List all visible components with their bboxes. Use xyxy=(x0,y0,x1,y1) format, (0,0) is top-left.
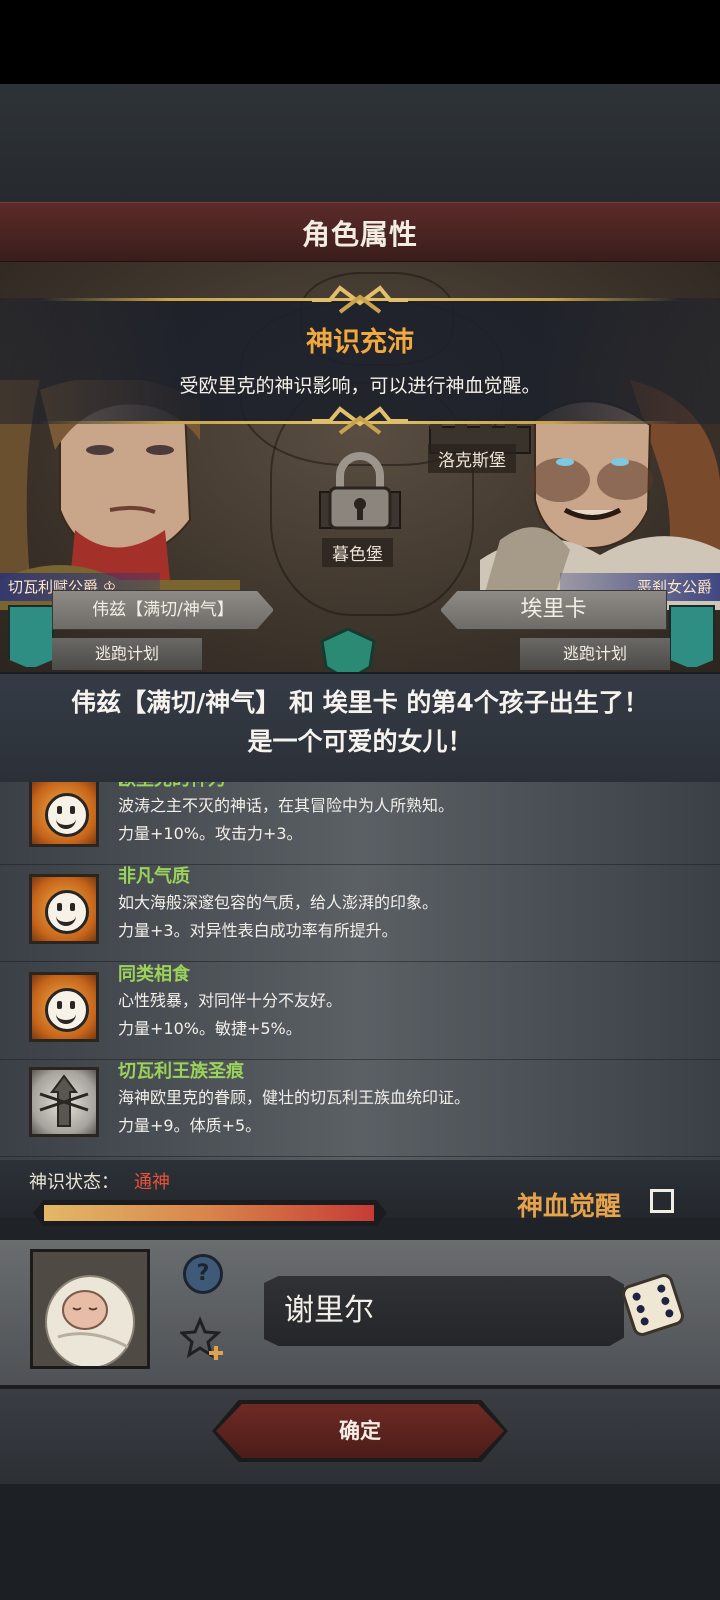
trait-name: 同类相食 xyxy=(118,964,190,985)
locked-castle-icon[interactable] xyxy=(315,452,405,532)
trait-description: 如大海般深邃包容的气质，给人澎湃的印象。 xyxy=(118,893,439,912)
child-avatar[interactable] xyxy=(30,1249,150,1369)
mother-status: 逃跑计划 xyxy=(520,638,670,670)
top-strip xyxy=(0,84,720,202)
father-name[interactable]: 伟兹【满切/神气】 xyxy=(52,590,274,630)
trait-description: 心性残暴，对同伴十分不友好。 xyxy=(118,991,343,1010)
trait-stats: 力量+10%。攻击力+3。 xyxy=(118,824,303,843)
awakening-checkbox[interactable] xyxy=(650,1189,674,1213)
announcement-line-2: 是一个可爱的女儿！ xyxy=(247,727,473,756)
trait-row[interactable]: 欧里克的神力 波涛之主不灭的神话，在其冒险中为人所熟知。 力量+10%。攻击力+… xyxy=(0,782,720,865)
awakening-label[interactable]: 神血觉醒 xyxy=(517,1186,621,1223)
smile-icon xyxy=(29,972,99,1042)
notice-description: 受欧里克的神识影响，可以进行神血觉醒。 xyxy=(179,375,541,397)
smile-icon xyxy=(29,782,99,847)
royal-crest-icon xyxy=(29,1067,99,1137)
dice-randomize-icon[interactable] xyxy=(618,1270,688,1340)
mother-house-crest-icon[interactable] xyxy=(669,605,715,669)
trait-stats: 力量+10%。敏捷+5%。 xyxy=(118,1019,302,1038)
help-icon[interactable]: ? xyxy=(183,1254,223,1294)
trait-row[interactable]: 同类相食 心性残暴，对同伴十分不友好。 力量+10%。敏捷+5%。 xyxy=(0,962,720,1060)
knot-ornament-icon xyxy=(312,406,408,435)
confirm-button[interactable]: 确定 xyxy=(216,1404,504,1458)
page-title: 角色属性 xyxy=(301,218,418,251)
trait-name: 非凡气质 xyxy=(118,866,190,887)
trait-stats: 力量+3。对异性表白成功率有所提升。 xyxy=(118,921,398,940)
trait-row[interactable]: 非凡气质 如大海般深邃包容的气质，给人澎湃的印象。 力量+3。对异性表白成功率有… xyxy=(0,864,720,962)
smile-icon xyxy=(29,874,99,944)
map-label-twilight-castle: 暮色堡 xyxy=(322,538,393,567)
favorite-star-icon[interactable] xyxy=(180,1316,226,1362)
trait-name: 欧里克的神力 xyxy=(118,782,226,791)
announcement-line-1: 伟兹【满切/神气】 和 埃里卡 的第4个孩子出生了！ xyxy=(71,688,649,717)
trait-list[interactable]: 欧里克的神力 波涛之主不灭的神话，在其冒险中为人所熟知。 力量+10%。攻击力+… xyxy=(0,782,720,1160)
trait-description: 海神欧里克的眷顾，健壮的切瓦利王族血统印证。 xyxy=(118,1088,471,1107)
notice-title: 神识充沛 xyxy=(306,327,414,358)
trait-stats: 力量+9。体质+5。 xyxy=(118,1116,262,1135)
trait-name: 切瓦利王族圣痕 xyxy=(118,1061,244,1082)
father-status: 逃跑计划 xyxy=(52,638,202,670)
father-house-crest-icon[interactable] xyxy=(8,605,54,669)
trait-description: 波涛之主不灭的神话，在其冒险中为人所熟知。 xyxy=(118,796,455,815)
divine-state-bar-fill xyxy=(44,1205,374,1221)
mother-name[interactable]: 埃里卡 xyxy=(440,590,667,630)
trait-row[interactable]: 切瓦利王族圣痕 海神欧里克的眷顾，健壮的切瓦利王族血统印证。 力量+9。体质+5… xyxy=(0,1059,720,1157)
child-name-input[interactable]: 谢里尔 xyxy=(264,1276,624,1346)
knot-ornament-icon xyxy=(312,285,408,314)
divine-state-value: 通神 xyxy=(134,1172,170,1193)
divine-state-label: 神识状态： xyxy=(29,1172,119,1193)
